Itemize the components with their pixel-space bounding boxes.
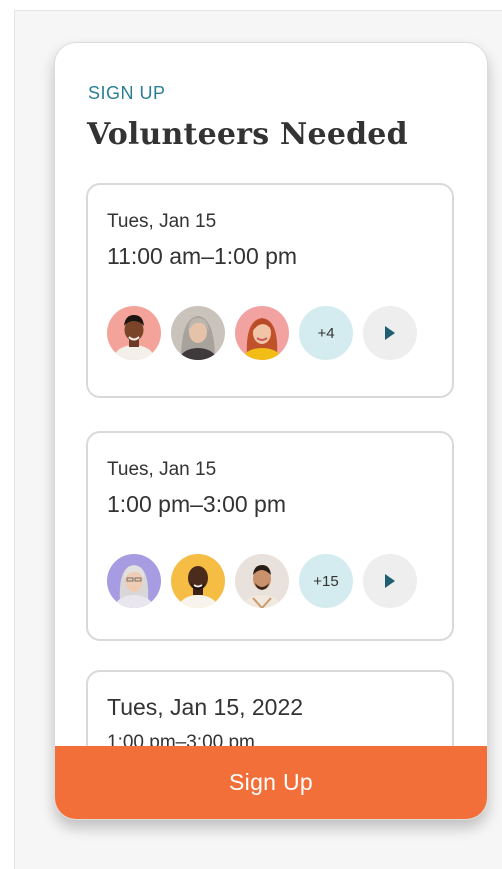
page-title: Volunteers Needed — [87, 117, 408, 152]
time-slot-card[interactable]: Tues, Jan 15, 2022 1:00 pm–3:00 pm — [86, 670, 454, 746]
volunteer-avatar[interactable] — [171, 306, 225, 360]
app-frame: SIGN UP Volunteers Needed Tues, Jan 15 1… — [14, 10, 502, 869]
volunteer-avatar[interactable] — [107, 554, 161, 608]
volunteer-avatars: +4 — [107, 306, 417, 360]
volunteer-avatar[interactable] — [107, 306, 161, 360]
slot-list[interactable]: SIGN UP Volunteers Needed Tues, Jan 15 1… — [55, 43, 487, 746]
slot-date: Tues, Jan 15 — [107, 459, 217, 480]
time-slot-card[interactable]: Tues, Jan 15 1:00 pm–3:00 pm +15 — [86, 431, 454, 641]
slot-date: Tues, Jan 15 — [107, 211, 217, 232]
sign-up-button[interactable]: Sign Up — [55, 746, 487, 819]
volunteer-avatars: +15 — [107, 554, 417, 608]
section-eyebrow: SIGN UP — [88, 83, 166, 103]
slot-time: 1:00 pm–3:00 pm — [107, 491, 287, 517]
next-slot-button[interactable] — [363, 554, 417, 608]
slot-time: 11:00 am–1:00 pm — [107, 243, 298, 269]
slot-time: 1:00 pm–3:00 pm — [107, 732, 255, 746]
play-triangle-icon — [385, 574, 395, 588]
slot-date: Tues, Jan 15, 2022 — [107, 694, 304, 720]
volunteer-avatar[interactable] — [235, 554, 289, 608]
time-slot-card[interactable]: Tues, Jan 15 11:00 am–1:00 pm +4 — [86, 183, 454, 398]
more-volunteers-badge[interactable]: +4 — [299, 306, 353, 360]
volunteer-avatar[interactable] — [235, 306, 289, 360]
next-slot-button[interactable] — [363, 306, 417, 360]
signup-card: SIGN UP Volunteers Needed Tues, Jan 15 1… — [54, 42, 488, 820]
more-volunteers-badge[interactable]: +15 — [299, 554, 353, 608]
volunteer-avatar[interactable] — [171, 554, 225, 608]
play-triangle-icon — [385, 326, 395, 340]
